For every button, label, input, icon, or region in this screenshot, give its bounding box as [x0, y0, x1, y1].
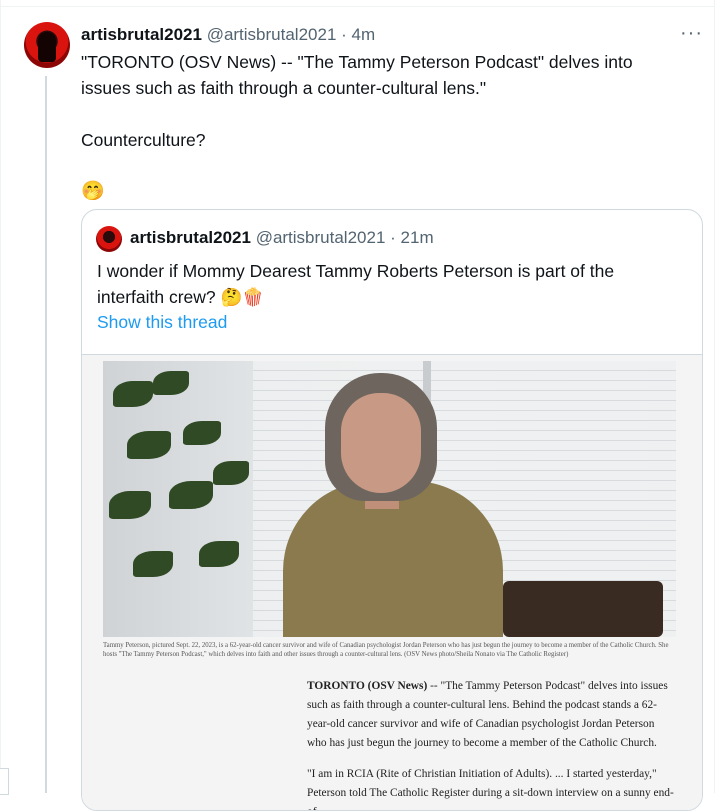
- thread-connector-line: [45, 76, 47, 793]
- top-divider: [0, 6, 714, 7]
- corner-fragment: [0, 768, 9, 795]
- quoted-media-image[interactable]: Tammy Peterson, pictured Sept. 22, 2023,…: [82, 354, 702, 810]
- chair-graphic: [503, 581, 663, 637]
- tweet-text-line: Counterculture?: [81, 130, 206, 150]
- photo-caption: Tammy Peterson, pictured Sept. 22, 2023,…: [103, 642, 669, 658]
- woman-face: [341, 393, 421, 493]
- header-separator: ·: [341, 25, 347, 44]
- quoted-header-separator: ·: [390, 228, 396, 247]
- quoted-tweet-header: artisbrutal2021 @artisbrutal2021 · 21m: [130, 228, 434, 248]
- quoted-avatar[interactable]: [96, 226, 122, 252]
- show-thread-link[interactable]: Show this thread: [97, 312, 227, 333]
- quoted-timestamp[interactable]: 21m: [401, 228, 434, 247]
- tweet-text: "TORONTO (OSV News) -- "The Tammy Peters…: [81, 49, 681, 205]
- author-name[interactable]: artisbrutal2021: [81, 25, 202, 44]
- quoted-tweet-text: I wonder if Mommy Dearest Tammy Roberts …: [97, 261, 615, 307]
- avatar-figure-icon: [38, 32, 56, 62]
- left-divider: [0, 0, 1, 793]
- author-handle[interactable]: @artisbrutal2021: [207, 25, 337, 44]
- quoted-author-handle[interactable]: @artisbrutal2021: [256, 228, 386, 247]
- tweet-timestamp[interactable]: 4m: [352, 25, 376, 44]
- article-dateline: TORONTO (OSV News): [307, 680, 428, 692]
- tweet-emoji: 🤭: [81, 181, 105, 202]
- article-body: TORONTO (OSV News) -- "The Tammy Peterso…: [307, 677, 675, 810]
- quoted-author-name[interactable]: artisbrutal2021: [130, 228, 251, 247]
- plant-graphic: [103, 361, 263, 637]
- article-photo: [103, 361, 676, 637]
- tweet-text-line: "TORONTO (OSV News) -- "The Tammy Peters…: [81, 52, 633, 98]
- quoted-tweet-card[interactable]: artisbrutal2021 @artisbrutal2021 · 21m I…: [81, 209, 703, 811]
- avatar[interactable]: [24, 22, 70, 68]
- right-divider: [714, 0, 715, 793]
- tweet-header: artisbrutal2021 @artisbrutal2021 · 4m: [81, 25, 375, 45]
- article-paragraph: TORONTO (OSV News) -- "The Tammy Peterso…: [307, 677, 675, 753]
- more-options-icon[interactable]: ···: [680, 22, 703, 45]
- article-paragraph: "I am in RCIA (Rite of Christian Initiat…: [307, 768, 674, 810]
